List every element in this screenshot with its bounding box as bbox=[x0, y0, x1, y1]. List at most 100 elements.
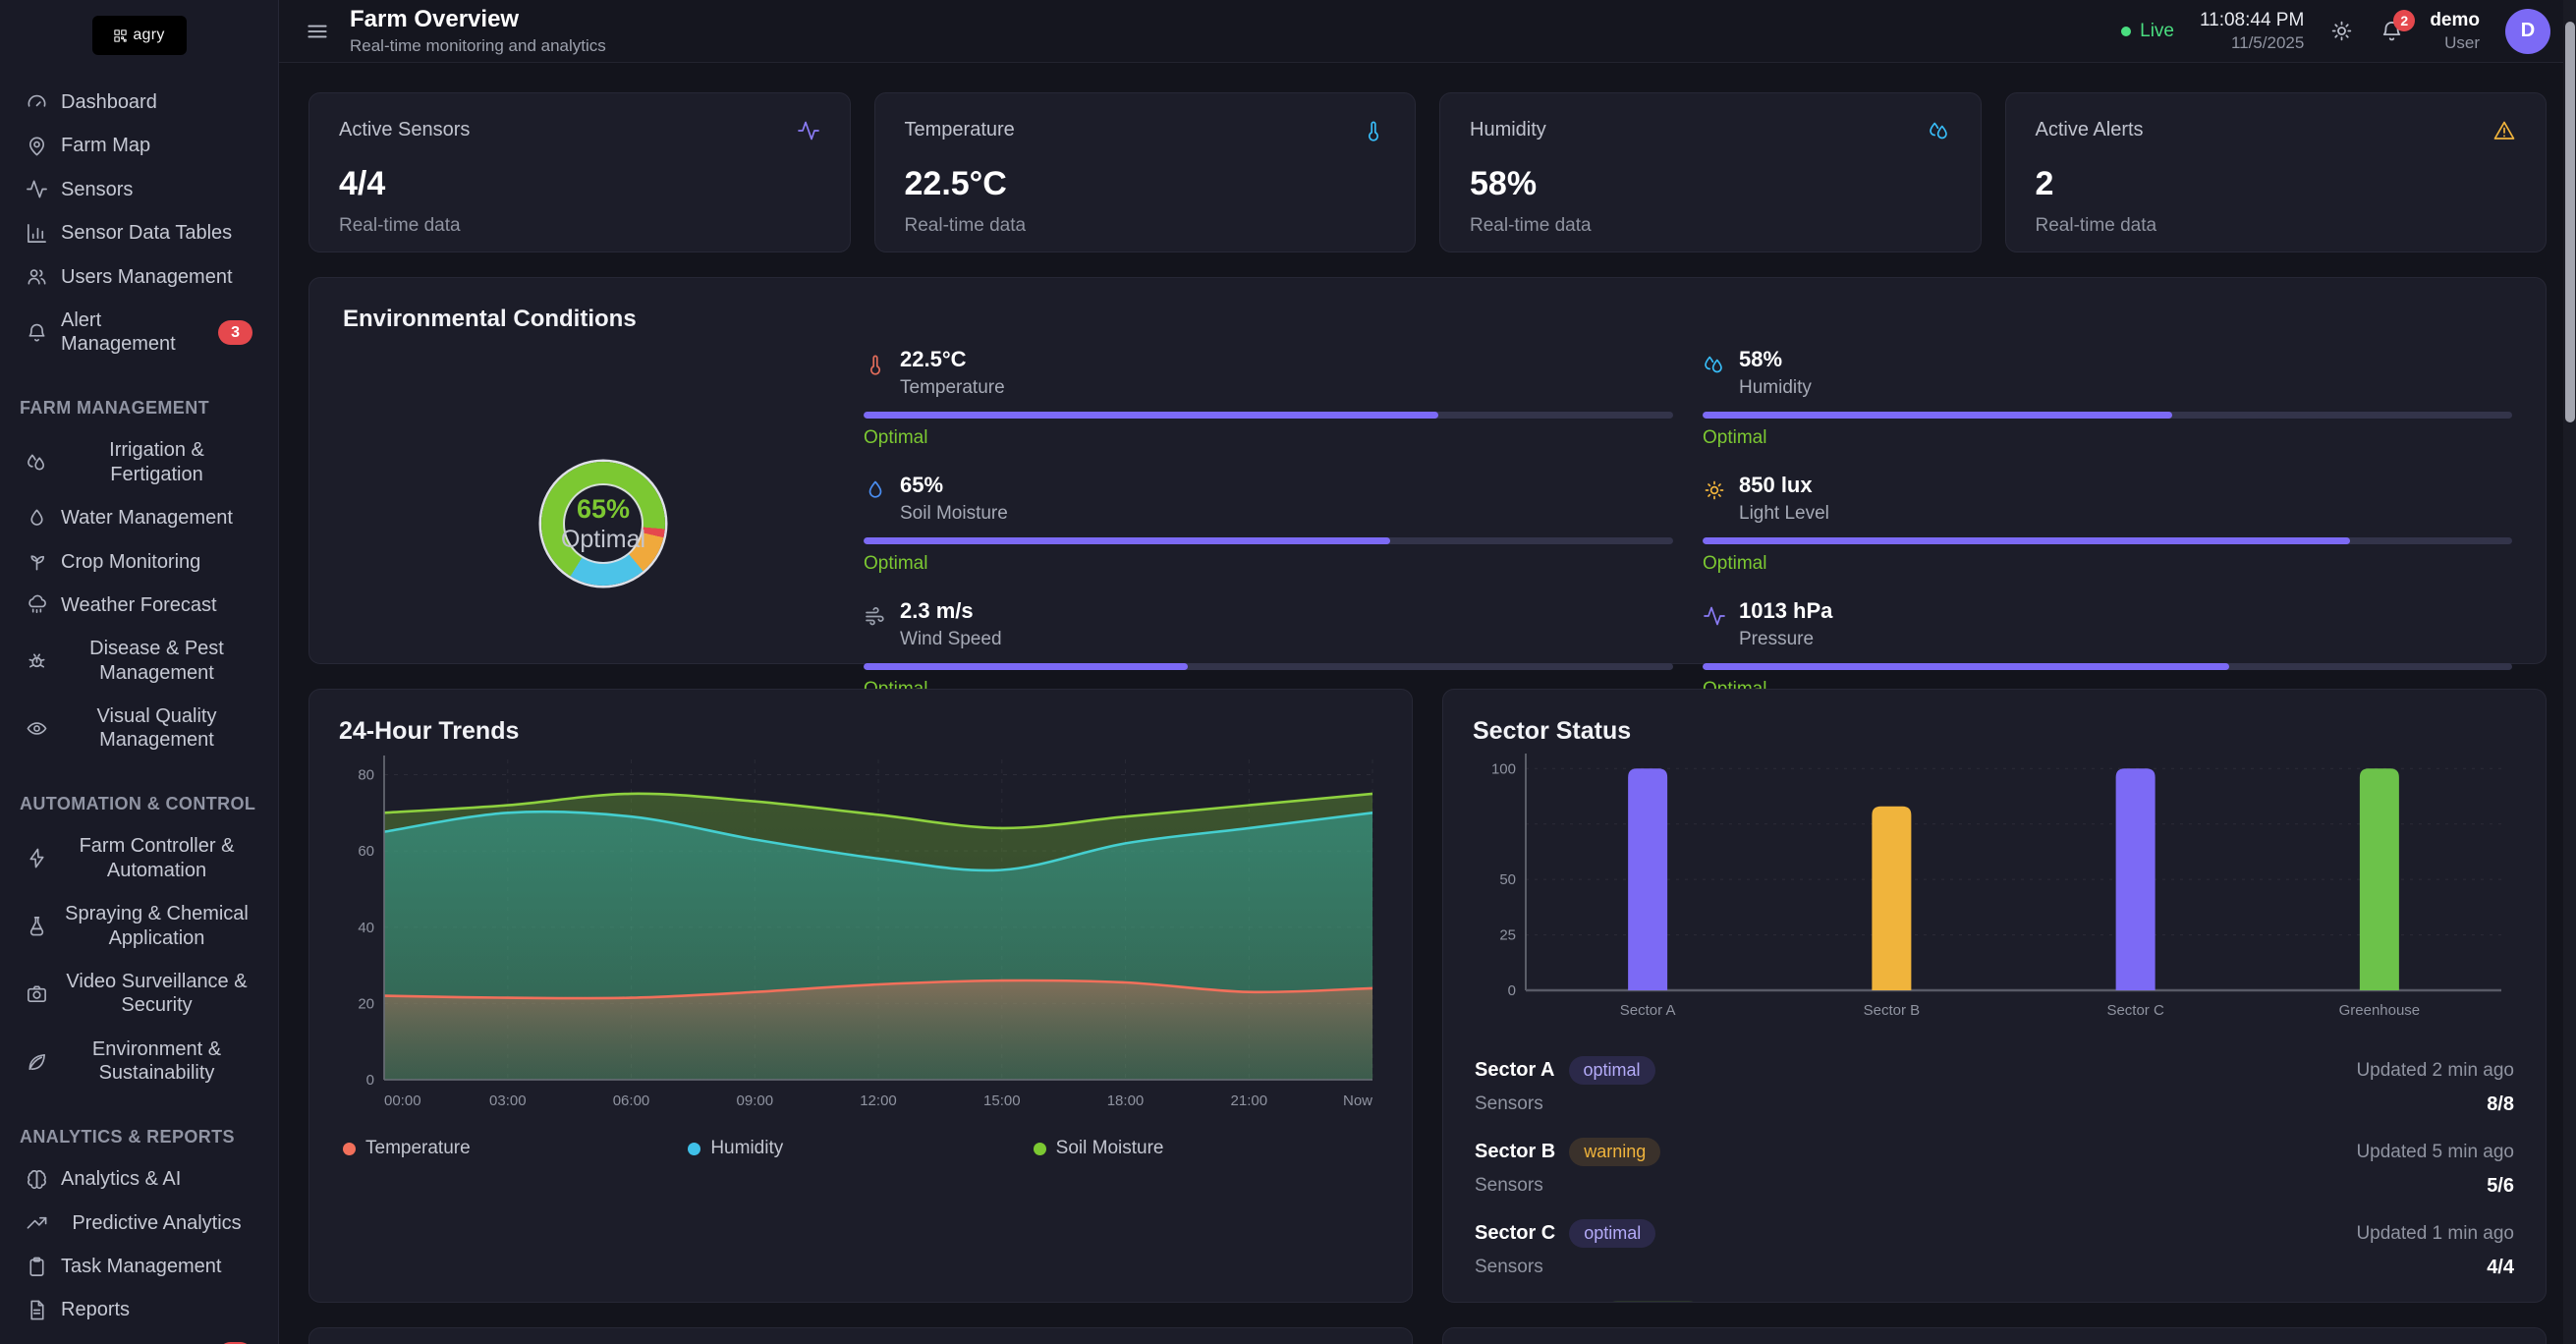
flask-icon-wrap bbox=[26, 915, 48, 937]
header-actions: Live 11:08:44 PM 11/5/2025 2 demo User bbox=[2121, 9, 2550, 54]
sidebar-item-farm-controller-and-automation[interactable]: Farm Controller & Automation bbox=[16, 824, 262, 892]
sidebar-item-label: Farm Controller & Automation bbox=[61, 834, 252, 882]
sidebar-item-predictive-analytics[interactable]: Predictive Analytics bbox=[16, 1202, 262, 1245]
droplets-icon-wrap bbox=[26, 451, 48, 474]
sidebar-item-visual-quality-management[interactable]: Visual Quality Management bbox=[16, 695, 262, 762]
metric-head: 2.3 m/sWind Speed bbox=[864, 598, 1673, 650]
sensors-label: Sensors bbox=[1475, 1175, 1543, 1198]
sidebar-item-alerts[interactable]: Alerts3 bbox=[16, 1332, 262, 1344]
activity-icon bbox=[797, 119, 820, 142]
sector-updated: Updated 1 min ago bbox=[2356, 1223, 2514, 1245]
sidebar-item-reports[interactable]: Reports bbox=[16, 1288, 262, 1331]
sidebar-item-sensor-data-tables[interactable]: Sensor Data Tables bbox=[16, 211, 262, 254]
sidebar-item-disease-and-pest-management[interactable]: Disease & Pest Management bbox=[16, 627, 262, 695]
sidebar-item-spraying-and-chemical-application[interactable]: Spraying & Chemical Application bbox=[16, 892, 262, 960]
sidebar-item-label: Disease & Pest Management bbox=[61, 637, 252, 685]
brand-logo[interactable]: agry bbox=[92, 16, 187, 55]
sidebar-item-crop-monitoring[interactable]: Crop Monitoring bbox=[16, 540, 262, 584]
sector-name: Sector B bbox=[1475, 1141, 1555, 1163]
qr-logo-icon bbox=[113, 28, 128, 43]
sidebar-item-label: Predictive Analytics bbox=[61, 1211, 252, 1235]
stat-subtext: Real-time data bbox=[2036, 215, 2517, 237]
sidebar-section-header: ANALYTICS & REPORTS bbox=[16, 1119, 262, 1158]
metric-progress-track bbox=[864, 537, 1673, 544]
bell-icon bbox=[26, 321, 48, 344]
bar-chart-icon bbox=[26, 222, 48, 245]
camera-icon-wrap bbox=[26, 982, 48, 1005]
stat-label: Active Alerts bbox=[2036, 119, 2144, 141]
file-text-icon bbox=[26, 1299, 48, 1321]
sidebar-section-header: FARM MANAGEMENT bbox=[16, 390, 262, 429]
sector-status-badge: warning bbox=[1569, 1138, 1660, 1166]
sidebar-item-irrigation-and-fertigation[interactable]: Irrigation & Fertigation bbox=[16, 428, 262, 496]
sector-name: Sector C bbox=[1475, 1222, 1555, 1245]
avatar[interactable]: D bbox=[2505, 9, 2550, 54]
stat-card-temperature: Temperature22.5°CReal-time data bbox=[874, 92, 1417, 252]
droplet-icon-wrap bbox=[26, 507, 48, 530]
live-dot-icon bbox=[2121, 27, 2131, 36]
environmental-conditions-panel: Environmental Conditions 65% Optimal 22.… bbox=[308, 277, 2547, 664]
sidebar-item-sensors[interactable]: Sensors bbox=[16, 168, 262, 211]
sector-status-badge: optimal bbox=[1569, 1056, 1655, 1085]
sidebar-item-weather-forecast[interactable]: Weather Forecast bbox=[16, 584, 262, 627]
sector-row-main: Sector BwarningUpdated 5 min ago bbox=[1475, 1138, 2514, 1166]
leaf-icon bbox=[26, 1050, 48, 1073]
sun-icon bbox=[1703, 478, 1726, 502]
stat-icon-wrap bbox=[797, 119, 820, 147]
sector-status-panel: Sector Status 02550100Sector ASector BSe… bbox=[1442, 689, 2547, 1303]
svg-text:Sector B: Sector B bbox=[1864, 1002, 1921, 1019]
sidebar-item-farm-map[interactable]: Farm Map bbox=[16, 124, 262, 167]
sidebar-item-label: Sensors bbox=[61, 178, 252, 201]
sector-row-main: Sector AoptimalUpdated 2 min ago bbox=[1475, 1056, 2514, 1085]
menu-icon[interactable] bbox=[305, 19, 330, 44]
svg-text:15:00: 15:00 bbox=[983, 1092, 1021, 1109]
sidebar-item-task-management[interactable]: Task Management bbox=[16, 1245, 262, 1288]
sensors-count: 8/8 bbox=[2487, 1093, 2514, 1116]
metric-progress-track bbox=[1703, 537, 2512, 544]
metric-icon-wrap bbox=[1703, 478, 1726, 502]
svg-text:25: 25 bbox=[1499, 927, 1516, 944]
trending-up-icon bbox=[26, 1211, 48, 1234]
user-role: User bbox=[2430, 33, 2480, 53]
notifications-button[interactable]: 2 bbox=[2380, 19, 2404, 43]
sidebar-nav: DashboardFarm Map Sensors Sensor Data Tabl… bbox=[16, 81, 262, 1344]
sidebar-item-environment-and-sustainability[interactable]: Environment & Sustainability bbox=[16, 1028, 262, 1095]
sidebar-item-analytics-and-ai[interactable]: Analytics & AI bbox=[16, 1157, 262, 1201]
metric-status: Optimal bbox=[864, 427, 1673, 449]
sidebar-item-users-management[interactable]: Users Management bbox=[16, 255, 262, 299]
sidebar-item-label: Environment & Sustainability bbox=[61, 1037, 252, 1086]
metric-value: 58% bbox=[1739, 347, 1812, 372]
sidebar-item-label: Alert Management bbox=[61, 308, 205, 357]
sidebar-item-video-surveillance-and-security[interactable]: Video Surveillance & Security bbox=[16, 960, 262, 1028]
legend-item-soil-moisture: Soil Moisture bbox=[1034, 1138, 1378, 1159]
metric-pressure: 1013 hPaPressureOptimal bbox=[1703, 598, 2512, 700]
stat-icon-wrap bbox=[2492, 119, 2516, 147]
legend-dot-icon bbox=[1034, 1143, 1046, 1155]
metric-icon-wrap bbox=[1703, 353, 1726, 376]
metric-progress-track bbox=[1703, 663, 2512, 670]
brain-icon bbox=[26, 1168, 48, 1191]
overall-gauge-wrap: 65% Optimal bbox=[343, 347, 864, 700]
theme-toggle-button[interactable] bbox=[2329, 19, 2354, 43]
sidebar-item-label: Weather Forecast bbox=[61, 593, 252, 617]
metric-status: Optimal bbox=[864, 553, 1673, 575]
sidebar-item-water-management[interactable]: Water Management bbox=[16, 496, 262, 539]
user-info: demo User bbox=[2430, 10, 2480, 53]
environment-metrics-grid: 22.5°CTemperatureOptimal58%HumidityOptim… bbox=[864, 347, 2512, 700]
bar-chart-icon-wrap bbox=[26, 222, 48, 245]
donut-status: Optimal bbox=[561, 526, 645, 554]
environmental-conditions-body: 65% Optimal 22.5°CTemperatureOptimal58%H… bbox=[343, 347, 2512, 700]
metric-icon-wrap bbox=[864, 353, 887, 376]
sidebar-item-alert-management[interactable]: Alert Management3 bbox=[16, 299, 262, 366]
gauge-icon-wrap bbox=[26, 91, 48, 114]
metric-progress-track bbox=[1703, 412, 2512, 419]
donut-center: 65% Optimal bbox=[565, 485, 642, 562]
metric-progress-fill bbox=[864, 663, 1188, 670]
stat-subtext: Real-time data bbox=[905, 215, 1386, 237]
live-status: Live bbox=[2121, 21, 2174, 42]
sidebar-item-label: Visual Quality Management bbox=[61, 704, 252, 753]
scrollbar-thumb[interactable] bbox=[2565, 22, 2575, 422]
stats-row: Active Sensors4/4Real-time dataTemperatu… bbox=[308, 92, 2547, 252]
sector-status-title: Sector Status bbox=[1473, 717, 2516, 746]
sidebar-item-dashboard[interactable]: Dashboard bbox=[16, 81, 262, 124]
